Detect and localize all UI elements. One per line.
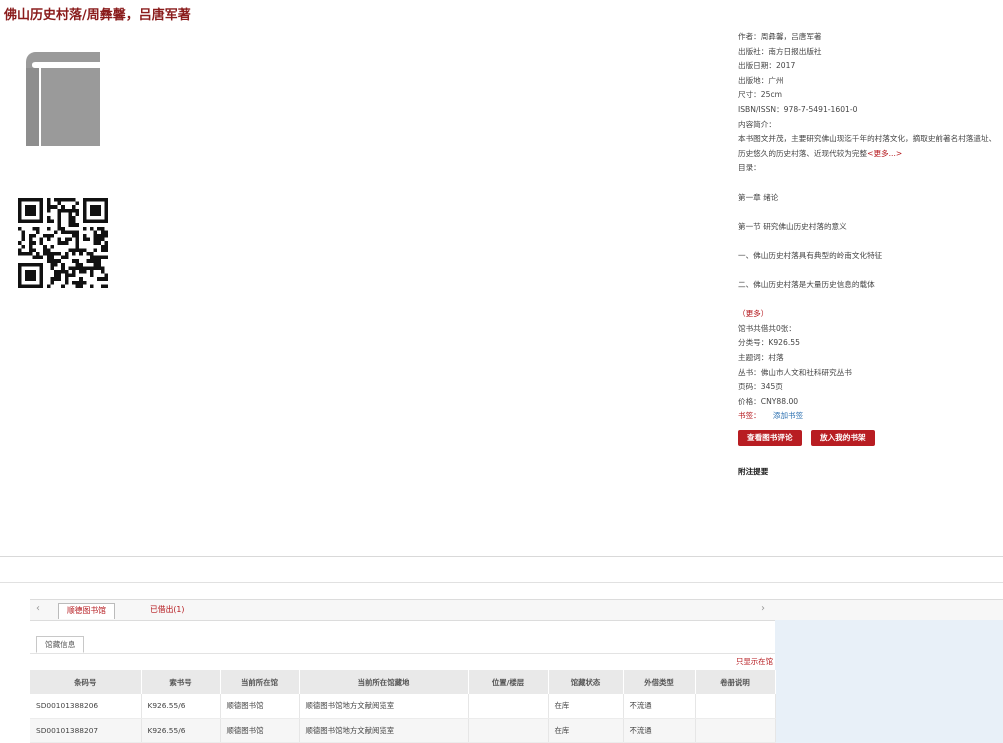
size-line: 尺寸：25cm <box>738 90 783 100</box>
table-cell: K926.55/6 <box>141 718 221 743</box>
pub-date-line: 出版日期：2017 <box>738 61 796 71</box>
author-line: 作者：周彝馨，吕唐军著 <box>738 32 822 41</box>
book-icon <box>26 52 100 146</box>
column-header: 馆藏状态 <box>548 670 624 694</box>
page-title: 佛山历史村落/周彝馨，吕唐军著 <box>4 8 191 23</box>
table-cell: 顺德图书馆 <box>220 694 300 719</box>
holdings-table: 条码号 索书号 当前所在馆 当前所在馆藏地 位置/楼层 馆藏状态 外借类型 卷册… <box>30 670 776 743</box>
add-tag-link[interactable]: 添加书签 <box>773 411 803 420</box>
annotation-heading: 附注提要 <box>738 467 769 476</box>
toc-label: 目录： <box>738 163 761 173</box>
column-header: 索书号 <box>141 670 221 694</box>
table-cell: 顺德图书馆地方文献阅览室 <box>299 694 469 719</box>
side-panel <box>775 620 1003 743</box>
table-cell <box>695 718 776 743</box>
add-to-shelf-button[interactable]: 放入我的书架 <box>811 430 875 446</box>
column-header: 当前所在馆藏地 <box>299 670 469 694</box>
table-cell: K926.55/6 <box>141 694 221 719</box>
classification-line: 分类号：K926.55 <box>738 338 800 348</box>
table-cell: SD00101388206 <box>30 694 142 719</box>
toc-more-link[interactable]: （更多） <box>738 307 1000 322</box>
table-row: SD00101388207 K926.55/6 顺德图书馆 顺德图书馆地方文献阅… <box>30 718 776 743</box>
divider <box>30 653 775 654</box>
column-header: 外借类型 <box>623 670 696 694</box>
table-cell: 不流通 <box>623 694 696 719</box>
toc-item: 二、佛山历史村落是大量历史信息的载体 <box>738 280 875 290</box>
table-cell <box>695 694 776 719</box>
intro-more-link[interactable]: <更多...> <box>867 149 902 158</box>
pub-place-line: 出版地：广州 <box>738 75 784 85</box>
view-reviews-button[interactable]: 查看图书评论 <box>738 430 802 446</box>
show-in-library-only-link[interactable]: 只显示在馆 <box>736 656 773 667</box>
toc-item: 一、佛山历史村落具有典型的岭南文化特征 <box>738 250 883 260</box>
toc-item: 第一节 研究佛山历史村落的意义 <box>738 221 847 231</box>
tags-label: 书签： <box>738 411 761 421</box>
table-cell: 顺德图书馆 <box>220 718 300 743</box>
table-cell <box>468 718 549 743</box>
library-tab-bar: ‹ 顺德图书馆 已借出(1) › <box>30 599 1003 621</box>
column-header: 卷册说明 <box>695 670 776 694</box>
table-cell: 顺德图书馆地方文献阅览室 <box>299 718 469 743</box>
column-header: 当前所在馆 <box>220 670 300 694</box>
table-row: SD00101388206 K926.55/6 顺德图书馆 顺德图书馆地方文献阅… <box>30 694 776 719</box>
subject-line: 主题词：村落 <box>738 353 784 363</box>
collection-count-line: 馆书共借共0张： <box>738 323 796 333</box>
book-metadata: 作者：周彝馨，吕唐军著 出版社：南方日报出版社 出版日期：2017 出版地：广州… <box>738 30 1000 424</box>
price-line: 价格：CNY88.00 <box>738 396 799 406</box>
tab-holdings-info[interactable]: 馆藏信息 <box>36 636 85 653</box>
table-cell: SD00101388207 <box>30 718 142 743</box>
intro-text: 本书图文并茂，主要研究佛山现迄千年的村落文化，摘取史前著名村落遗址、历史悠久的历… <box>738 132 1000 161</box>
table-header-row: 条码号 索书号 当前所在馆 当前所在馆藏地 位置/楼层 馆藏状态 外借类型 卷册… <box>30 670 776 694</box>
tags-line: 书签： 添加书签 <box>738 409 1000 424</box>
chevron-right-icon[interactable]: › <box>761 603 765 614</box>
toc-item: 第一章 绪论 <box>738 192 779 202</box>
publisher-line: 出版社：南方日报出版社 <box>738 46 822 56</box>
qr-code-icon <box>18 198 108 288</box>
series-line: 丛书：佛山市人文和社科研究丛书 <box>738 367 852 377</box>
chevron-left-icon[interactable]: ‹ <box>36 603 40 614</box>
divider <box>0 582 1003 583</box>
column-header: 条码号 <box>30 670 142 694</box>
isbn-line: ISBN/ISSN：978-7-5491-1601-0 <box>738 104 858 114</box>
table-cell: 在库 <box>548 694 624 719</box>
tab-borrowed[interactable]: 已借出(1) <box>142 603 192 619</box>
intro-label: 内容简介： <box>738 119 776 129</box>
tab-shunde-library[interactable]: 顺德图书馆 <box>58 603 115 619</box>
divider <box>0 556 1003 557</box>
table-cell: 不流通 <box>623 718 696 743</box>
table-cell: 在库 <box>548 718 624 743</box>
column-header: 位置/楼层 <box>468 670 549 694</box>
table-cell <box>468 694 549 719</box>
pages-line: 页码：345页 <box>738 382 783 392</box>
